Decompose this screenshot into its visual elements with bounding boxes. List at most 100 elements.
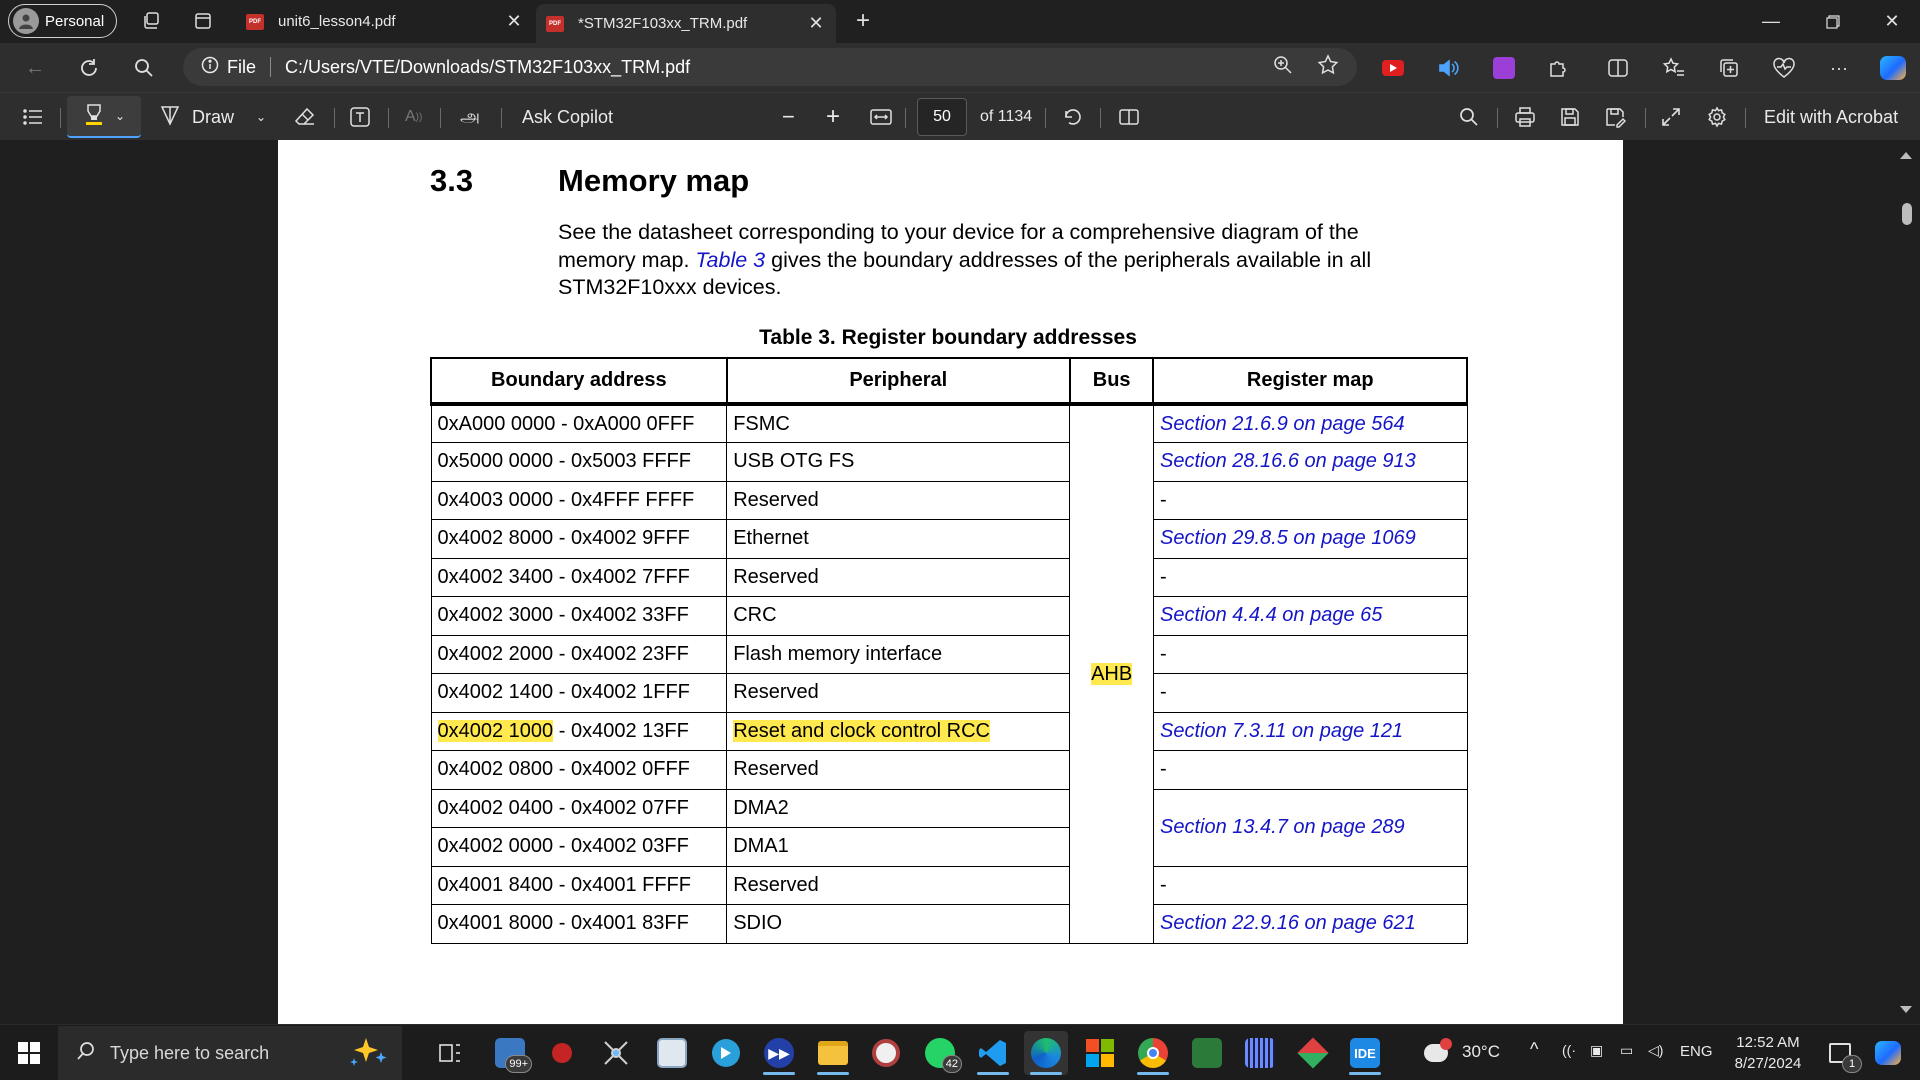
close-window-icon[interactable]: ✕ [1864, 0, 1920, 43]
whatsapp-badge: 42 [941, 1055, 962, 1073]
settings-gear-icon[interactable] [1706, 93, 1728, 141]
chrome-icon[interactable] [1131, 1031, 1175, 1075]
whatsapp-icon[interactable]: 42 [918, 1031, 962, 1075]
register-map-link[interactable]: Section 28.16.6 on page 913 [1152, 442, 1468, 482]
extensions-puzzle-icon[interactable] [1543, 53, 1573, 83]
microsoft-store-icon[interactable] [1078, 1031, 1122, 1075]
green-app-icon[interactable] [1185, 1031, 1229, 1075]
file-explorer-icon[interactable] [811, 1031, 855, 1075]
table-3-link[interactable]: Table 3 [695, 248, 765, 272]
network-icon[interactable]: ((· [1562, 1042, 1576, 1058]
telegram-icon[interactable] [704, 1031, 748, 1075]
eraser-icon[interactable] [294, 93, 316, 141]
close-tab-icon[interactable]: ✕ [500, 11, 528, 32]
address-input[interactable]: File C:/Users/VTE/Downloads/STM32F103xx_… [183, 48, 1357, 86]
favorite-star-icon[interactable] [1317, 53, 1339, 81]
close-tab-icon[interactable]: ✕ [802, 13, 830, 34]
page-view-icon[interactable] [1118, 93, 1140, 141]
register-map-link[interactable]: Section 22.9.16 on page 621 [1152, 904, 1468, 944]
weather-icon[interactable] [1414, 1031, 1458, 1075]
split-screen-icon[interactable] [1603, 53, 1633, 83]
ask-copilot-button[interactable]: Ask Copilot [522, 93, 613, 141]
media-player-icon[interactable]: ▶▶ [757, 1031, 801, 1075]
read-aloud-icon[interactable] [1433, 53, 1463, 83]
search-icon[interactable] [127, 51, 161, 85]
red-app-icon[interactable] [540, 1031, 584, 1075]
clock[interactable]: 12:52 AM 8/27/2024 [1720, 1032, 1816, 1074]
scroll-thumb[interactable] [1902, 203, 1912, 225]
edit-with-acrobat-button[interactable]: Edit with Acrobat [1764, 93, 1898, 141]
minimize-icon[interactable]: — [1743, 0, 1799, 43]
contents-list-icon[interactable] [22, 93, 44, 141]
find-icon[interactable] [1459, 93, 1479, 141]
windows-start-icon[interactable] [18, 1042, 40, 1064]
edge-browser-icon[interactable] [1024, 1031, 1068, 1075]
equalizer-app-icon[interactable] [1238, 1031, 1282, 1075]
register-map-link[interactable]: Section 4.4.4 on page 65 [1152, 596, 1468, 636]
clock-date: 8/27/2024 [1734, 1055, 1802, 1072]
peripheral-name: Reset and clock control RCC [733, 719, 990, 742]
refresh-icon[interactable] [72, 51, 106, 85]
youtube-extension-icon[interactable] [1378, 53, 1408, 83]
camera-app-icon[interactable] [864, 1031, 908, 1075]
tab-stm32-trm[interactable]: PDF *STM32F103xx_TRM.pdf ✕ [536, 4, 836, 43]
weather-temperature[interactable]: 30°C [1462, 1042, 1500, 1062]
new-tab-icon[interactable]: + [848, 6, 878, 36]
extension-purple-icon[interactable] [1489, 53, 1519, 83]
highlight-button[interactable]: ⌄ [67, 96, 141, 138]
zoom-out-icon[interactable]: − [782, 93, 795, 141]
language-indicator[interactable]: ENG [1680, 1043, 1713, 1060]
tools-app-icon[interactable] [594, 1031, 638, 1075]
scroll-up-icon[interactable] [1900, 152, 1912, 159]
restore-icon[interactable] [1805, 0, 1861, 43]
tab-actions-icon[interactable] [188, 6, 218, 36]
draw-button[interactable]: Draw ⌄ [160, 93, 266, 141]
tab-unit6-lesson4[interactable]: PDF unit6_lesson4.pdf ✕ [236, 0, 534, 43]
vertical-scrollbar[interactable] [1893, 140, 1920, 1024]
workspaces-icon[interactable] [136, 6, 166, 36]
register-map-link[interactable]: Section 13.4.7 on page 289 [1152, 788, 1468, 867]
diamond-app-icon[interactable] [1291, 1031, 1335, 1075]
boundary-address-cell: 0x4002 3000 - 0x4002 33FF [430, 596, 728, 636]
zoom-in-icon[interactable]: + [826, 93, 840, 141]
scroll-down-icon[interactable] [1900, 1006, 1912, 1013]
register-map-link[interactable]: Section 7.3.11 on page 121 [1152, 711, 1468, 751]
snipping-tool-icon[interactable] [650, 1031, 694, 1075]
clock-time: 12:52 AM [1736, 1034, 1800, 1051]
notifications-icon[interactable]: 1 [1818, 1031, 1862, 1075]
save-icon[interactable] [1559, 93, 1581, 141]
register-map-link[interactable]: Section 21.6.9 on page 564 [1152, 403, 1468, 443]
copilot-icon[interactable] [1878, 53, 1908, 83]
print-icon[interactable] [1514, 93, 1536, 141]
rotate-icon[interactable] [1062, 93, 1084, 141]
copilot-taskbar-icon[interactable] [1866, 1031, 1910, 1075]
address-start: 0x4002 0800 [437, 758, 554, 781]
task-view-icon[interactable] [428, 1031, 472, 1075]
profile-button[interactable]: Personal [8, 4, 118, 38]
volume-icon[interactable]: ◁) [1648, 1042, 1663, 1059]
display-icon[interactable]: ▣ [1590, 1042, 1603, 1059]
mail-app-icon[interactable]: 99+ [488, 1031, 532, 1075]
page-number-input[interactable]: 50 [917, 98, 967, 136]
save-as-icon[interactable] [1604, 93, 1626, 141]
pdf-file-icon: PDF [246, 13, 264, 30]
battery-icon[interactable]: ▭ [1620, 1042, 1633, 1059]
taskbar-search[interactable]: Type here to search [58, 1026, 402, 1080]
translate-icon[interactable]: அ [460, 93, 480, 141]
tray-overflow-icon[interactable]: ^ [1530, 1039, 1538, 1060]
favorites-icon[interactable] [1659, 53, 1689, 83]
browser-essentials-icon[interactable] [1769, 53, 1799, 83]
register-map-link[interactable]: Section 29.8.5 on page 1069 [1152, 519, 1468, 559]
fullscreen-icon[interactable] [1660, 93, 1682, 141]
ide-app-icon[interactable]: IDE [1343, 1031, 1387, 1075]
pdf-viewer[interactable]: 3.3 Memory map See the datasheet corresp… [0, 140, 1920, 1024]
vscode-icon[interactable] [971, 1031, 1015, 1075]
add-text-icon[interactable] [349, 93, 371, 141]
fit-width-icon[interactable] [869, 93, 893, 141]
text-size-icon[interactable]: A)) [405, 93, 422, 141]
info-icon[interactable] [201, 56, 219, 79]
collections-icon[interactable] [1714, 53, 1744, 83]
more-menu-icon[interactable]: ··· [1824, 53, 1854, 83]
back-icon[interactable]: ← [18, 51, 52, 85]
zoom-icon[interactable] [1273, 55, 1293, 80]
